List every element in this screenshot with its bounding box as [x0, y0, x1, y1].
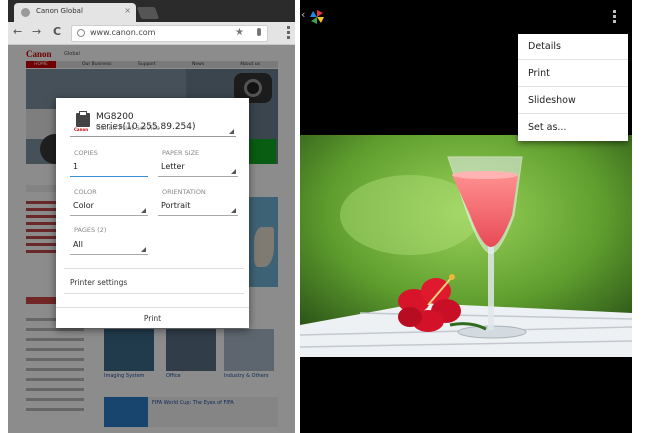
pages-value: All [73, 240, 83, 249]
divider [64, 268, 244, 269]
paper-size-select[interactable]: Letter [158, 162, 238, 177]
dropdown-arrow-icon [141, 208, 146, 213]
copies-input[interactable]: 1 [70, 162, 148, 177]
browser-print-screen: Canon Global × ← → C www.canon.com ★ Can… [8, 0, 295, 433]
orientation-value: Portrait [161, 201, 191, 210]
printer-service: Canon Print Service [96, 124, 160, 132]
tab-title: Canon Global [36, 7, 83, 15]
copies-label: COPIES [74, 149, 98, 157]
overflow-menu-icon[interactable] [613, 10, 616, 25]
overflow-popup-menu: Details Print Slideshow Set as... [518, 34, 628, 141]
menu-item-slideshow[interactable]: Slideshow [518, 88, 628, 114]
dropdown-arrow-icon [229, 129, 234, 134]
print-dialog: Canon MG8200 series(10.255.89.254) Canon… [56, 98, 249, 328]
url-text[interactable]: www.canon.com [90, 28, 155, 37]
printer-selector[interactable]: Canon MG8200 series(10.255.89.254) Canon… [70, 108, 236, 137]
gallery-pinwheel-icon[interactable] [309, 9, 325, 25]
color-label: COLOR [74, 188, 97, 196]
address-bar[interactable]: www.canon.com ★ [71, 25, 268, 42]
close-tab-icon[interactable]: × [124, 6, 131, 15]
paper-size-value: Letter [161, 162, 185, 171]
browser-menu-icon[interactable] [287, 26, 290, 41]
dropdown-arrow-icon [231, 169, 236, 174]
dropdown-arrow-icon [141, 247, 146, 252]
print-button[interactable]: Print [56, 307, 249, 329]
pages-select[interactable]: All [70, 240, 148, 255]
new-tab-button[interactable] [136, 7, 160, 19]
dropdown-arrow-icon [231, 208, 236, 213]
tab-strip: Canon Global × [8, 0, 295, 22]
back-chevron-icon[interactable]: ‹ [301, 8, 305, 21]
orientation-label: ORIENTATION [162, 188, 206, 196]
printer-brand: Canon [74, 127, 89, 132]
pages-label: PAGES (2) [74, 226, 107, 234]
color-value: Color [73, 201, 94, 210]
bookmark-star-icon[interactable]: ★ [235, 27, 244, 38]
globe-icon [77, 29, 85, 37]
menu-item-set-as[interactable]: Set as... [518, 115, 628, 141]
reload-button[interactable]: C [53, 25, 61, 39]
paper-size-label: PAPER SIZE [162, 149, 200, 157]
microphone-icon[interactable] [257, 28, 261, 36]
favicon-icon [21, 8, 30, 17]
menu-item-details[interactable]: Details [518, 34, 628, 60]
cocktail-photo[interactable] [300, 135, 632, 357]
color-select[interactable]: Color [70, 201, 148, 216]
gallery-screen: ‹ Details Print Slideshow Set as... [300, 0, 632, 433]
divider [64, 293, 244, 294]
printer-icon [76, 111, 90, 127]
printer-settings-link[interactable]: Printer settings [70, 278, 127, 287]
browser-toolbar: ← → C www.canon.com ★ [8, 22, 295, 45]
forward-button[interactable]: → [32, 25, 41, 39]
orientation-select[interactable]: Portrait [158, 201, 238, 216]
browser-tab[interactable]: Canon Global × [14, 3, 136, 22]
menu-item-print[interactable]: Print [518, 61, 628, 87]
copies-value: 1 [73, 162, 79, 171]
back-button[interactable]: ← [13, 25, 22, 39]
